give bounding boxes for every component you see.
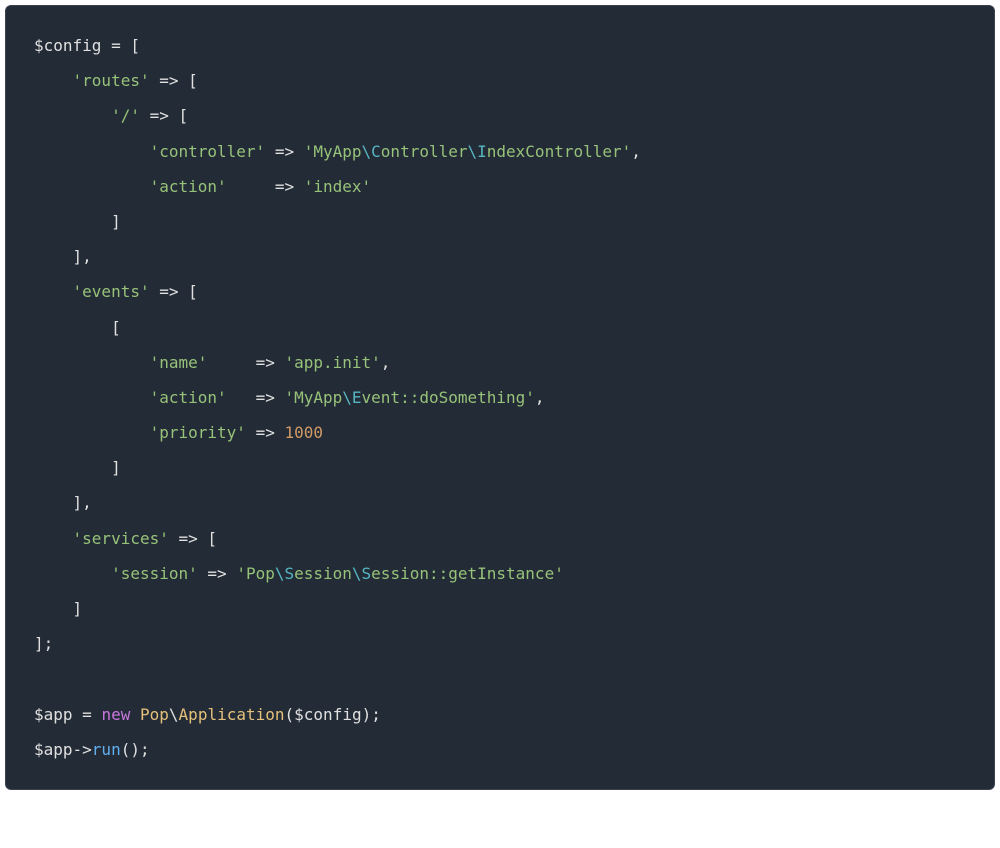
code-content: $config = [ 'routes' => [ '/' => [ 'cont… bbox=[34, 36, 641, 759]
code-block: $config = [ 'routes' => [ '/' => [ 'cont… bbox=[5, 5, 995, 790]
